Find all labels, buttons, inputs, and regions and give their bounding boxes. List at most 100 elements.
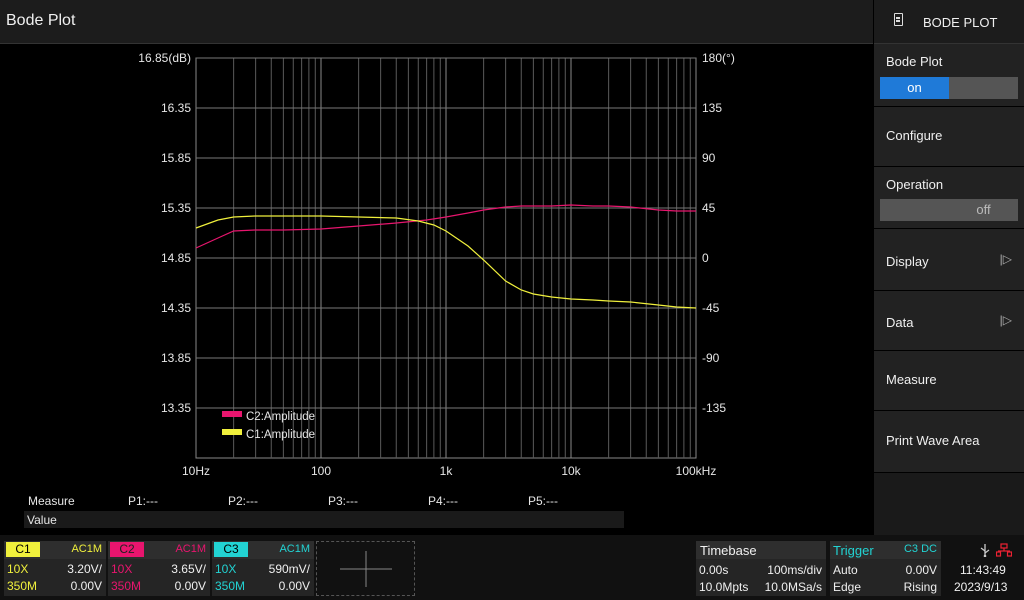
measure-p1: P1:--- xyxy=(128,494,158,508)
measure-p5: P5:--- xyxy=(528,494,558,508)
add-channel-button[interactable] xyxy=(316,541,415,596)
x-tick-label: 10k xyxy=(561,464,581,478)
measure-value-label: Value xyxy=(27,513,57,527)
clock-time: 11:43:49 xyxy=(960,563,1006,577)
menu-item-operation[interactable]: Operation off xyxy=(874,167,1024,229)
title-bar: Bode Plot xyxy=(0,0,873,44)
submenu-arrow-icon: |▷ xyxy=(999,252,1012,266)
x-tick-label: 100 xyxy=(311,464,331,478)
operation-toggle[interactable]: off xyxy=(880,199,1018,221)
y-right-tick-label: 0 xyxy=(702,251,709,265)
channel-bandwidth: 350M xyxy=(215,579,246,593)
y-left-tick-label: 13.85 xyxy=(161,351,191,365)
channel-c1[interactable]: C1 AC1M 10X 3.20V/ 350M 0.00V xyxy=(4,541,106,596)
menu-item-bode-plot[interactable]: Bode Plot on xyxy=(874,44,1024,107)
y-left-tick-label: 14.35 xyxy=(161,301,191,315)
channel-probe: 10X xyxy=(111,562,133,576)
channel-coupling: AC1M xyxy=(279,543,310,555)
timebase-panel[interactable]: Timebase 0.00s 100ms/div 10.0Mpts 10.0MS… xyxy=(696,541,826,596)
channel-offset: 0.00V xyxy=(174,579,206,593)
plus-icon xyxy=(340,551,392,587)
toggle-on[interactable] xyxy=(880,199,949,221)
x-tick-label: 1k xyxy=(440,464,454,478)
menu-empty xyxy=(874,473,1024,535)
y-right-tick-label: -90 xyxy=(702,351,720,365)
y-left-tick-label: 16.35 xyxy=(161,101,191,115)
y-left-tick-label: 15.35 xyxy=(161,201,191,215)
channel-bandwidth: 350M xyxy=(111,579,142,593)
legend-swatch xyxy=(222,411,242,417)
bode-plot-toggle[interactable]: on xyxy=(880,77,1018,99)
y-right-tick-label: 180(°) xyxy=(702,51,735,65)
toggle-on[interactable]: on xyxy=(880,77,949,99)
measure-header: Measure xyxy=(28,494,75,508)
document-icon xyxy=(894,13,903,26)
y-left-tick-label: 13.35 xyxy=(161,401,191,415)
timebase-scale: 100ms/div xyxy=(767,563,822,577)
channel-offset: 0.00V xyxy=(70,579,102,593)
channel-coupling: AC1M xyxy=(71,543,102,555)
side-menu: Bode Plot on Configure Operation off Dis… xyxy=(874,44,1024,535)
menu-item-display[interactable]: Display |▷ xyxy=(874,229,1024,291)
channel-scale: 3.65V/ xyxy=(171,562,206,576)
channel-scale: 3.20V/ xyxy=(67,562,102,576)
x-tick-label: 10Hz xyxy=(182,464,210,478)
timebase-memory: 10.0Mpts xyxy=(699,580,749,594)
legend-swatch xyxy=(222,429,242,435)
y-right-tick-label: -135 xyxy=(702,401,726,415)
toggle-off[interactable] xyxy=(949,77,1018,99)
menu-item-label: Bode Plot xyxy=(886,54,943,69)
y-right-tick-label: 135 xyxy=(702,101,722,115)
clock-date: 2023/9/13 xyxy=(954,580,1008,594)
trigger-level: 0.00V xyxy=(905,563,937,577)
page-title: Bode Plot xyxy=(6,12,76,29)
channel-tag: C2 xyxy=(110,542,144,557)
menu-item-data[interactable]: Data |▷ xyxy=(874,291,1024,351)
menu-item-label: Measure xyxy=(886,372,937,387)
measure-p2: P2:--- xyxy=(228,494,258,508)
channel-probe: 10X xyxy=(215,562,237,576)
channel-c3[interactable]: C3 AC1M 10X 590mV/ 350M 0.00V xyxy=(212,541,314,596)
timebase-samplerate: 10.0MSa/s xyxy=(764,580,822,594)
trigger-label: Trigger xyxy=(833,543,874,558)
measure-value-row: Value xyxy=(24,511,624,528)
legend-label: C2:Amplitude xyxy=(246,411,315,423)
plot-area: 16.85(dB) 16.35 15.85 15.35 14.85 14.35 13.85 1… xyxy=(0,44,873,535)
toggle-off[interactable]: off xyxy=(949,199,1018,221)
y-left-tick-label: 16.85(dB) xyxy=(138,51,191,65)
menu-item-configure[interactable]: Configure xyxy=(874,107,1024,167)
channel-bandwidth: 350M xyxy=(7,579,38,593)
y-left-tick-label: 14.85 xyxy=(161,251,191,265)
menu-title: BODE PLOT xyxy=(923,15,998,30)
trigger-source: C3 DC xyxy=(903,543,937,555)
trigger-panel[interactable]: Trigger C3 DC Auto 0.00V Edge Rising xyxy=(830,541,941,596)
channel-probe: 10X xyxy=(7,562,29,576)
channel-tag: C3 xyxy=(214,542,248,557)
trigger-slope: Rising xyxy=(903,580,937,594)
menu-item-label: Display xyxy=(886,254,929,269)
menu-header[interactable]: BODE PLOT xyxy=(874,0,1024,44)
submenu-arrow-icon: |▷ xyxy=(999,313,1012,327)
menu-item-label: Operation xyxy=(886,177,944,192)
menu-item-label: Configure xyxy=(886,128,943,143)
bode-chart: 16.85(dB) 16.35 15.85 15.35 14.85 14.35 13.85 1… xyxy=(138,51,735,478)
measure-p4: P4:--- xyxy=(428,494,458,508)
timebase-delay: 0.00s xyxy=(699,563,729,577)
menu-item-label: Data xyxy=(886,315,914,330)
channel-c2[interactable]: C2 AC1M 10X 3.65V/ 350M 0.00V xyxy=(108,541,210,596)
measure-p3: P3:--- xyxy=(328,494,358,508)
legend-label: C1:Amplitude xyxy=(246,429,315,441)
y-right-tick-label: -45 xyxy=(702,301,720,315)
menu-item-measure[interactable]: Measure xyxy=(874,351,1024,411)
menu-item-label: Print Wave Area xyxy=(886,433,980,448)
channel-tag: C1 xyxy=(6,542,40,557)
trigger-mode: Auto xyxy=(833,563,858,577)
channel-offset: 0.00V xyxy=(278,579,310,593)
channel-coupling: AC1M xyxy=(175,543,206,555)
y-right-tick-label: 90 xyxy=(702,151,716,165)
network-icon xyxy=(996,543,1012,557)
trigger-type: Edge xyxy=(833,580,862,594)
menu-item-print-wave-area[interactable]: Print Wave Area xyxy=(874,411,1024,473)
clock-panel: 11:43:49 2023/9/13 xyxy=(944,541,1024,596)
channel-scale: 590mV/ xyxy=(268,562,310,576)
